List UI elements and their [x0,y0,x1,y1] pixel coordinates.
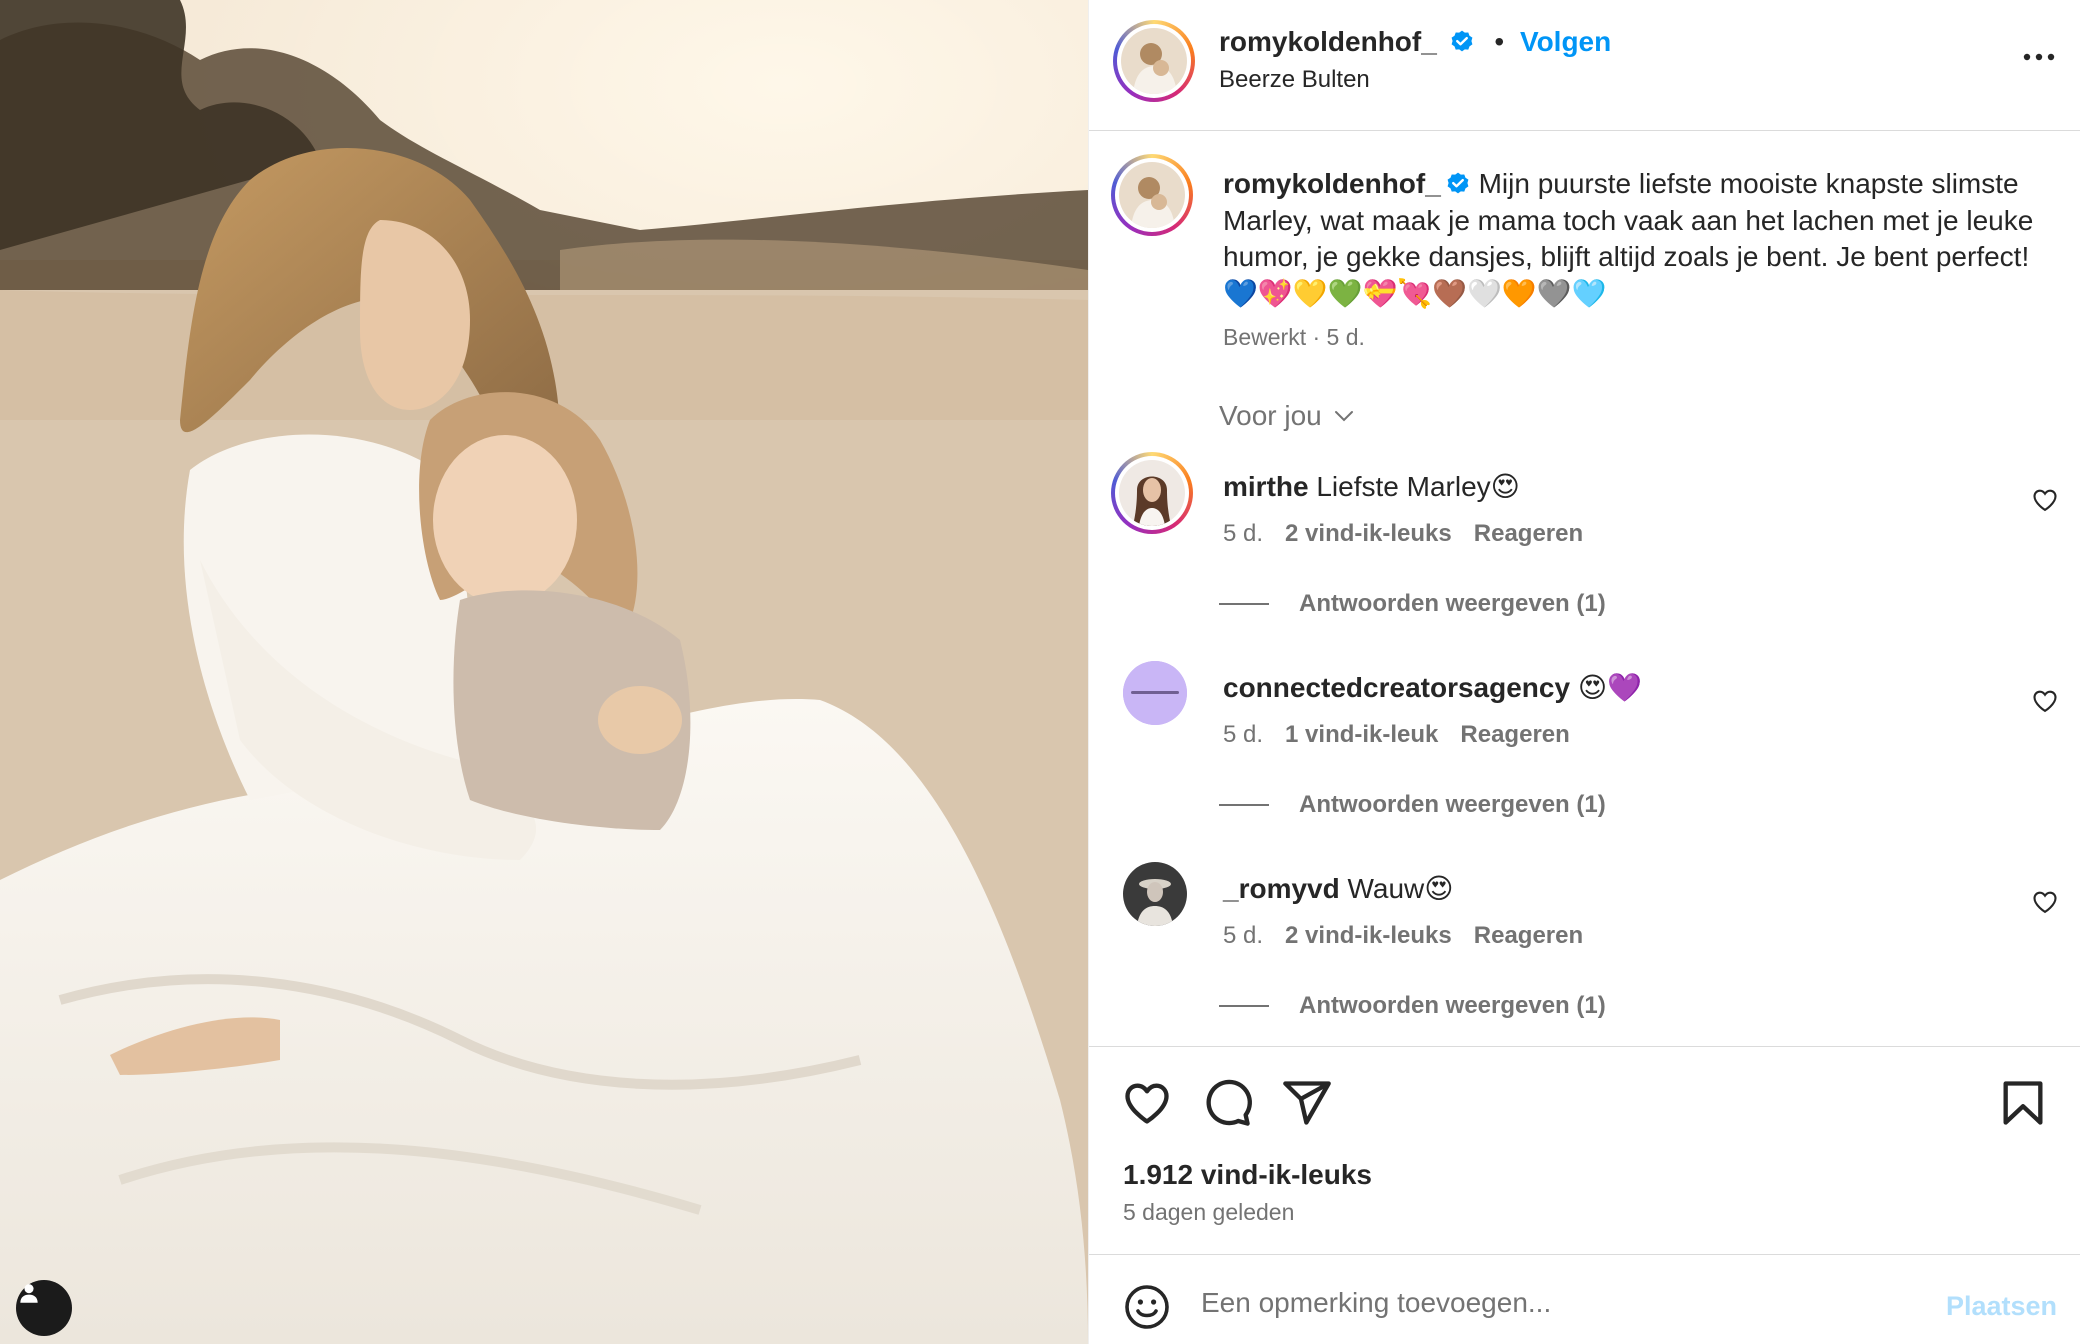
add-comment-bar: Plaatsen [1089,1254,2080,1344]
user-tag-icon [20,1284,38,1303]
commenter-avatar-image [1123,661,1187,725]
comment-likes[interactable]: 2 vind-ik-leuks [1285,520,1452,547]
comment-likes[interactable]: 1 vind-ik-leuk [1285,721,1438,748]
follow-button[interactable]: Volgen [1520,26,1611,57]
author-avatar-image [1121,28,1187,94]
view-replies-label: Antwoorden weergeven (1) [1299,791,1606,818]
view-replies-button[interactable]: Antwoorden weergeven (1) [1219,791,1606,819]
heart-icon[interactable] [1121,1077,1173,1129]
heart-icon[interactable] [2031,687,2059,715]
commenter-avatar[interactable] [1123,661,1187,725]
post-timestamp[interactable]: 5 dagen geleden [1123,1199,1294,1226]
header-separator: • [1494,26,1505,57]
view-replies-label: Antwoorden weergeven (1) [1299,590,1606,617]
heart-icon[interactable] [2031,486,2059,514]
share-icon[interactable] [1281,1077,1333,1129]
comment-age[interactable]: 5 d. [1223,721,1263,748]
comment-username[interactable]: _romyvd [1223,873,1340,904]
commenter-avatar[interactable] [1123,862,1187,926]
caption-meta: Bewerkt · 5 d. [1223,324,1365,350]
author-username[interactable]: romykoldenhof_ [1219,26,1437,57]
comment-icon[interactable] [1201,1077,1253,1129]
replies-divider [1219,804,1269,806]
emoji-icon[interactable] [1123,1283,1171,1331]
verified-badge-icon [1451,30,1472,52]
comment-item: connectedcreatorsagency 😍💜 5 d. 1 vind-ik… [1089,661,2080,871]
post-location[interactable]: Beerze Bulten [1219,66,1370,94]
replies-divider [1219,1005,1269,1007]
reply-button[interactable]: Reageren [1474,520,1583,547]
more-options-icon[interactable] [2019,42,2059,72]
reply-button[interactable]: Reageren [1460,721,1569,748]
chevron-down-icon [1334,411,1353,422]
post-details-panel: romykoldenhof_ • Volgen Beerze Bulten ro… [1088,0,2080,1344]
likes-count[interactable]: 1.912 vind-ik-leuks [1123,1159,1372,1191]
commenter-avatar-image [1119,460,1185,526]
heart-icon[interactable] [2031,888,2059,916]
comment-text: Wauw😍 [1347,873,1454,904]
user-tag-button[interactable] [16,1280,72,1336]
comment-text: Liefste Marley😍 [1316,471,1520,502]
caption-avatar[interactable] [1111,154,1193,236]
view-replies-button[interactable]: Antwoorden weergeven (1) [1219,590,1606,618]
post-photo[interactable] [0,0,1088,1344]
comment-text: 😍💜 [1577,672,1642,703]
post-header: romykoldenhof_ • Volgen Beerze Bulten [1089,0,2080,131]
comments-filter-label: Voor jou [1219,400,1322,431]
view-replies-button[interactable]: Antwoorden weergeven (1) [1219,992,1606,1020]
comment-item: mirthe Liefste Marley😍 5 d. 2 vind-ik-leu… [1089,452,2080,670]
post-caption: romykoldenhof_ Mijn puurste liefste mooi… [1223,166,2043,312]
comment-age[interactable]: 5 d. [1223,520,1263,547]
commenter-avatar-image [1123,862,1187,926]
caption-username[interactable]: romykoldenhof_ [1223,168,1441,199]
comment-input[interactable] [1201,1277,1901,1329]
bookmark-icon[interactable] [1997,1077,2049,1129]
commenter-avatar[interactable] [1111,452,1193,534]
comment-username[interactable]: connectedcreatorsagency [1223,672,1570,703]
comment-likes[interactable]: 2 vind-ik-leuks [1285,922,1452,949]
comments-filter-dropdown[interactable]: Voor jou [1219,400,1356,432]
replies-divider [1219,603,1269,605]
comment-item: _romyvd Wauw😍 5 d. 2 vind-ik-leuks Reagere… [1089,862,2080,1072]
comment-username[interactable]: mirthe [1223,471,1309,502]
post-comment-button[interactable]: Plaatsen [1946,1291,2057,1322]
view-replies-label: Antwoorden weergeven (1) [1299,992,1606,1019]
caption-avatar-image [1119,162,1185,228]
post-actions: 1.912 vind-ik-leuks 5 dagen geleden [1089,1046,2080,1254]
photo-illustration [0,0,1088,1344]
verified-badge-icon [1447,172,1469,194]
reply-button[interactable]: Reageren [1474,922,1583,949]
author-avatar[interactable] [1113,20,1195,102]
comment-age[interactable]: 5 d. [1223,922,1263,949]
